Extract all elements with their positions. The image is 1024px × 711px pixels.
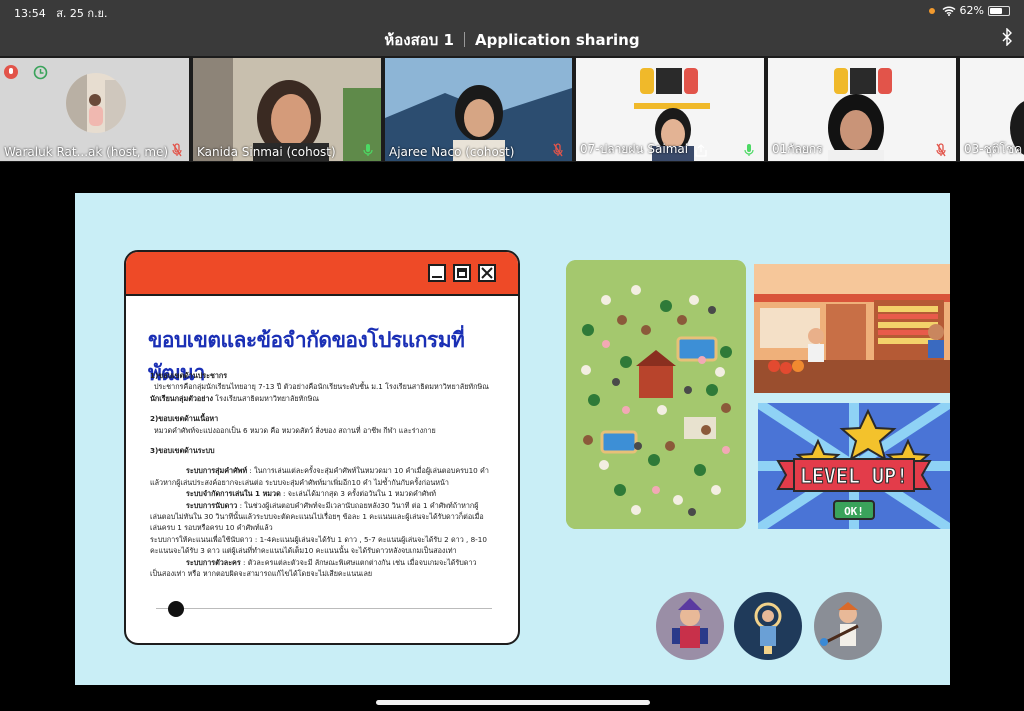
muted-badge-icon	[4, 65, 18, 79]
body-bold: นักเรียนกลุ่มตัวอย่าง	[150, 393, 213, 403]
section-heading: 1)ขอบเขตด้านประชากร	[150, 371, 228, 380]
slider-knob[interactable]	[168, 601, 184, 617]
mic-muted-icon	[936, 143, 946, 157]
body-line: แล้วหากผู้เล่นประสงค์อยากจะเล่นต่อ ระบบจ…	[150, 477, 449, 487]
home-indicator[interactable]	[376, 700, 650, 705]
body-bold: ระบบจำกัดการเล่นใน 1 หมวด	[186, 489, 281, 499]
body-line: ระบบการให้คะแนนเพื่อใช้นับดาว : 1-4คะแนน…	[150, 534, 487, 544]
ok-text: OK!	[844, 505, 864, 518]
slider-track[interactable]	[156, 608, 492, 609]
battery-icon	[988, 5, 1010, 16]
body-line: : ตัวละครแต่ละตัวจะมี ลักษณะพิเศษแตกต่าง…	[240, 557, 477, 567]
participant-name: 03-ชุติโชค	[964, 142, 1023, 156]
character-portrait-1	[656, 592, 724, 660]
body-line: หมวดคำศัพท์จะแบ่งออกเป็น 6 หมวด คือ หมวด…	[154, 425, 436, 435]
body-line: : ในการเล่นแต่ละครั้งจะสุ่มคำศัพท์ในหมวด…	[247, 466, 489, 476]
body-line: เล่นครบ 1 รอบหรือครบ 10 คำศัพท์แล้ว	[150, 523, 273, 533]
participant-name: Kanida Sinmai (cohost)	[197, 145, 336, 159]
body-line: เล่นตอบไม่ทันใน 30 วินาทีนั้นแล้วระบบจะต…	[150, 512, 484, 522]
wifi-icon	[942, 5, 956, 16]
participant-strip: Waraluk Rat...ak (host, me) Kanida Sinma…	[0, 56, 1024, 162]
section-heading: 2)ขอบเขตด้านเนื้อหา	[150, 414, 219, 424]
participant-tile[interactable]: 03-ชุติโชค	[960, 58, 1024, 161]
body-line: คะแนนจะได้รับ 3 ดาว แต่ผู้เล่นที่ทำคะแนน…	[150, 546, 457, 556]
timer-badge-icon	[33, 65, 48, 80]
participant-tile[interactable]: 07-ปลายฝน Saimai	[576, 58, 764, 161]
window-header	[126, 252, 518, 296]
body-bold: ระบบการนับดาว	[186, 500, 238, 510]
participant-tile[interactable]: Waraluk Rat...ak (host, me)	[0, 58, 189, 161]
mic-active-icon	[744, 144, 754, 156]
slide-window: ขอบเขตและข้อจำกัดของโปรแกรมที่พัฒนา 1)ขอ…	[124, 250, 520, 645]
battery-percent: 62%	[959, 4, 984, 17]
farm-game-image	[566, 260, 746, 529]
room-title: ห้องสอบ 1	[384, 31, 454, 49]
close-icon[interactable]	[478, 264, 496, 282]
participant-tile[interactable]: Ajaree Naco (cohost)	[385, 58, 572, 161]
mic-active-icon	[363, 144, 373, 156]
participant-name: Ajaree Naco (cohost)	[389, 145, 515, 159]
character-portrait-2	[734, 592, 802, 660]
bluetooth-icon[interactable]	[1002, 28, 1012, 46]
participant-tile[interactable]: 01กัลยกร	[768, 58, 956, 161]
minimize-icon[interactable]	[428, 264, 446, 282]
status-bar: 13:54 ส. 25 ก.ย. 62%	[0, 0, 1024, 22]
participant-name: 07-ปลายฝน Saimai	[580, 142, 689, 156]
participant-name: 01กัลยกร	[772, 142, 823, 156]
participant-tile[interactable]: Kanida Sinmai (cohost)	[193, 58, 381, 161]
title-bar: ห้องสอบ 1 Application sharing	[0, 22, 1024, 56]
body-line: โรงเรียนสาธิตมหาวิทยาลัยทักษิณ	[212, 393, 320, 403]
participant-name: Waraluk Rat...ak (host, me)	[4, 145, 169, 159]
character-portrait-3	[814, 592, 882, 660]
body-line: เป็นสองเท่า หรือ หากตอบผิดจะสามารถแก้ไขไ…	[150, 569, 373, 579]
maximize-icon[interactable]	[453, 264, 471, 282]
shop-scene-image	[754, 264, 950, 393]
recording-dot-icon	[928, 7, 935, 14]
section-heading: 3)ขอบเขตด้านระบบ	[150, 446, 215, 456]
avatar	[66, 73, 126, 133]
body-line: ประชากรคือกลุ่มนักเรียนไทยอายุ 7-13 ปี ต…	[154, 382, 489, 392]
mic-muted-icon	[172, 143, 182, 157]
body-bold: ระบบการสุ่มคำศัพท์	[186, 466, 248, 476]
body-bold: ระบบการตัวละคร	[186, 557, 241, 567]
share-icon	[695, 144, 707, 157]
level-up-text: LEVEL UP!	[800, 464, 908, 488]
slide-body: 1)ขอบเขตด้านประชากร ประชากรคือกลุ่มนักเร…	[150, 370, 506, 580]
status-time: 13:54	[14, 7, 46, 20]
level-up-image: LEVEL UP! OK!	[758, 403, 950, 529]
body-line: : ในช่วงผู้เล่นตอบคำศัพท์จะมีเวลานับถอยห…	[237, 500, 479, 510]
mic-muted-icon	[553, 143, 563, 157]
status-date: ส. 25 ก.ย.	[56, 7, 108, 20]
sharing-mode: Application sharing	[474, 31, 640, 49]
body-line: : จะเล่นได้มากสุด 3 ครั้งต่อวันใน 1 หมวด…	[280, 489, 436, 499]
